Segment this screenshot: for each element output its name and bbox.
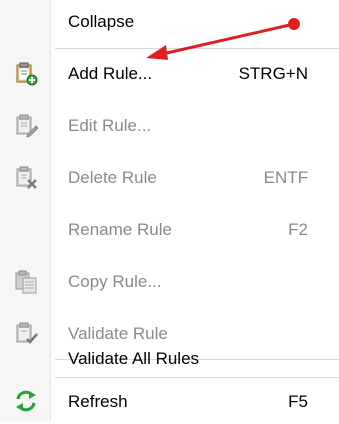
menu-item-label: Add Rule... xyxy=(68,64,153,83)
menu-item-delete-rule[interactable]: Delete Rule ENTF xyxy=(0,156,339,200)
menu-item-label: Refresh xyxy=(68,392,128,411)
menu-separator xyxy=(55,48,339,49)
menu-item-rename-rule[interactable]: Rename Rule F2 xyxy=(0,208,339,252)
menu-item-label: Delete Rule xyxy=(68,168,157,187)
menu-item-label: Validate All Rules xyxy=(68,349,200,368)
clipboard-delete-icon xyxy=(14,166,38,190)
clipboard-copy-icon xyxy=(14,270,38,294)
menu-item-validate-all-rules[interactable]: Validate All Rules xyxy=(0,334,339,378)
menu-item-shortcut: STRG+N xyxy=(238,64,308,83)
menu-item-shortcut: ENTF xyxy=(263,168,308,187)
menu-item-edit-rule[interactable]: Edit Rule... xyxy=(0,104,339,148)
clipboard-edit-icon xyxy=(14,114,39,138)
refresh-icon xyxy=(14,389,38,413)
menu-separator xyxy=(55,377,339,378)
context-menu: Collapse Add Rule... STRG+N Edit Rule...… xyxy=(0,0,339,421)
menu-item-collapse[interactable]: Collapse xyxy=(0,0,339,44)
menu-item-label: Rename Rule xyxy=(68,220,172,239)
menu-item-shortcut: F5 xyxy=(288,392,308,411)
menu-item-label: Collapse xyxy=(68,12,135,31)
menu-item-shortcut: F2 xyxy=(288,220,308,239)
menu-item-label: Edit Rule... xyxy=(68,116,152,135)
menu-item-refresh[interactable]: Refresh F5 xyxy=(0,380,339,424)
clipboard-add-icon xyxy=(14,62,38,86)
menu-item-label: Copy Rule... xyxy=(68,272,162,291)
menu-item-add-rule[interactable]: Add Rule... STRG+N xyxy=(0,52,339,96)
menu-item-copy-rule[interactable]: Copy Rule... xyxy=(0,260,339,304)
